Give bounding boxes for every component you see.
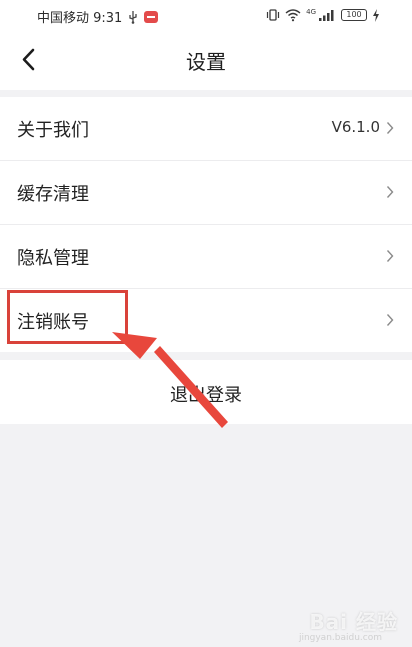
cancel-account-label: 注销账号 bbox=[17, 312, 89, 333]
carrier-time: 中国移动 9:31 bbox=[37, 11, 123, 26]
vibrate-icon bbox=[267, 9, 280, 21]
about-us-label: 关于我们 bbox=[17, 120, 89, 141]
status-bar: 中国移动 9:31 4G 100 bbox=[0, 0, 412, 32]
settings-list: 关于我们 V6.1.0 缓存清理 隐私管理 注销账号 bbox=[0, 97, 412, 352]
version-value: V6.1.0 bbox=[331, 118, 380, 136]
chevron-right-icon bbox=[386, 250, 394, 262]
notification-icon bbox=[144, 10, 159, 23]
network-label: 4G bbox=[306, 8, 316, 16]
privacy-management-row[interactable]: 隐私管理 bbox=[0, 225, 412, 289]
usb-icon bbox=[129, 10, 137, 24]
nav-bar: 设置 bbox=[0, 32, 412, 90]
chevron-right-icon bbox=[386, 314, 394, 326]
page-title: 设置 bbox=[186, 50, 226, 74]
battery-icon: 100 bbox=[341, 9, 367, 21]
logout-label: 退出登录 bbox=[170, 385, 242, 406]
battery-label: 100 bbox=[346, 10, 362, 19]
privacy-management-label: 隐私管理 bbox=[17, 248, 89, 269]
status-left: 中国移动 9:31 bbox=[37, 7, 159, 26]
charging-icon bbox=[373, 8, 379, 22]
chevron-right-icon bbox=[386, 186, 394, 198]
cache-clear-row[interactable]: 缓存清理 bbox=[0, 161, 412, 225]
logout-button[interactable]: 退出登录 bbox=[0, 360, 412, 424]
about-us-row[interactable]: 关于我们 V6.1.0 bbox=[0, 97, 412, 161]
cache-clear-label: 缓存清理 bbox=[17, 184, 89, 205]
signal-icon bbox=[319, 10, 334, 21]
watermark-sub: jingyan.baidu.com bbox=[298, 633, 382, 643]
status-right: 4G 100 bbox=[266, 7, 380, 23]
watermark: Bai 经验 bbox=[309, 610, 398, 634]
chevron-right-icon bbox=[386, 122, 394, 134]
cancel-account-row[interactable]: 注销账号 bbox=[0, 289, 412, 352]
wifi-icon bbox=[285, 9, 301, 22]
